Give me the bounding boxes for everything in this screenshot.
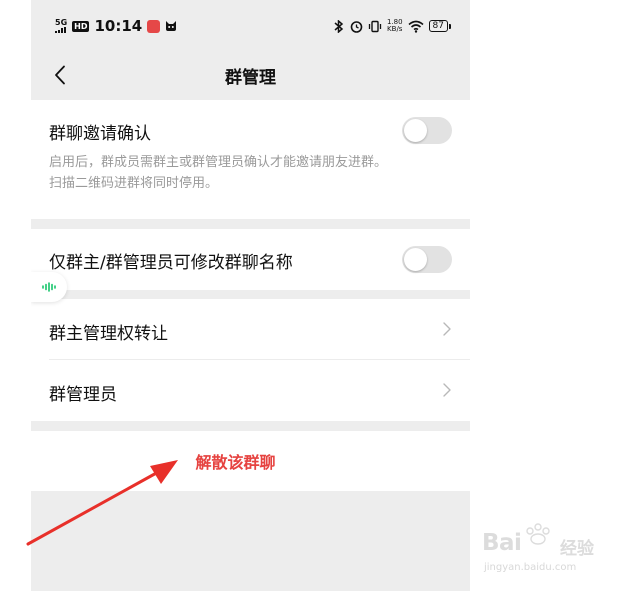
watermark-suffix: 经验 [560,539,594,559]
notification-app-icon [147,19,161,33]
status-bar: 5G HD 10:14 1.80 KB/s 87 [31,0,470,52]
paw-icon [526,523,550,545]
chevron-right-icon [443,383,451,397]
chevron-right-icon [443,322,451,336]
back-button[interactable] [45,60,75,90]
baidu-watermark: Bai 经验 jingyan.baidu.com [482,522,602,582]
toggle-knob [404,248,427,271]
hd-badge: HD [72,20,90,32]
description-line: 启用后，群成员需群主或群管理员确认才能邀请朋友进群。 [49,155,388,170]
network-type: 5G [55,18,68,27]
network-speed: 1.80 KB/s [387,19,403,33]
alarm-icon [350,20,363,33]
wifi-icon [408,20,424,33]
voice-wave-icon [42,282,56,292]
back-arrow-icon [55,65,65,85]
navigation-bar: 群管理 [31,52,470,98]
voice-floating-button[interactable] [31,272,67,302]
page-title: 群管理 [225,67,276,88]
status-left: 5G HD 10:14 [55,17,177,35]
status-time: 10:14 [94,17,143,35]
watermark-url: jingyan.baidu.com [484,562,577,573]
status-right: 1.80 KB/s 87 [333,19,452,33]
description-line: 扫描二维码进群将同时停用。 [49,176,219,191]
cat-icon [166,21,177,31]
invite-confirm-description: 启用后，群成员需群主或群管理员确认才能邀请朋友进群。 扫描二维码进群将同时停用。 [49,152,459,194]
watermark-brand: Bai [482,530,522,556]
rename-restriction-label: 仅群主/群管理员可修改群聊名称 [49,253,293,273]
dissolve-group-label: 解散该群聊 [195,453,276,472]
speed-unit: KB/s [387,25,403,33]
battery-icon: 87 [428,20,452,32]
management-list-card: 群主管理权转让 群管理员 [31,299,470,421]
rename-restriction-toggle[interactable] [402,246,452,273]
vibrate-icon [368,20,382,32]
signal-bars-icon [55,27,67,33]
dissolve-group-button[interactable]: 解散该群聊 [31,431,470,491]
admins-label: 群管理员 [49,385,117,405]
phone-screen: 5G HD 10:14 1.80 KB/s 87 群管理 群聊邀请确认 启用后，… [31,0,470,591]
admins-row[interactable]: 群管理员 [31,360,470,421]
invite-confirm-toggle[interactable] [402,117,452,144]
transfer-owner-label: 群主管理权转让 [49,324,168,344]
rename-restriction-card: 仅群主/群管理员可修改群聊名称 [31,229,470,290]
dissolve-card: 解散该群聊 [31,431,470,491]
toggle-knob [404,119,427,142]
bluetooth-icon [334,19,344,33]
signal-indicator: 5G [55,19,67,33]
invite-confirm-label: 群聊邀请确认 [49,124,151,144]
transfer-owner-row[interactable]: 群主管理权转让 [31,299,470,360]
invite-confirm-card: 群聊邀请确认 启用后，群成员需群主或群管理员确认才能邀请朋友进群。 扫描二维码进… [31,100,470,219]
